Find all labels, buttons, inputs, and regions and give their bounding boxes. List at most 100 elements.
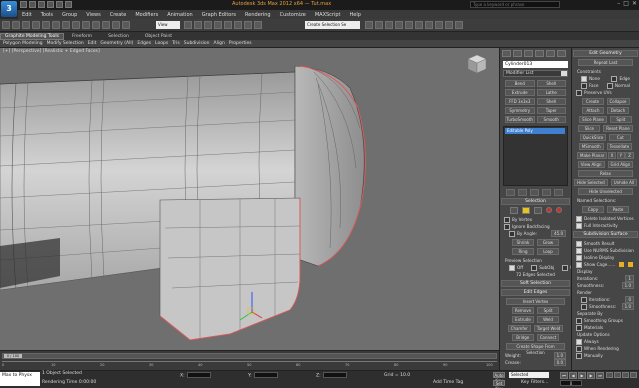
maximize-icon[interactable]: □: [623, 0, 629, 7]
always-radio[interactable]: Always: [572, 338, 639, 345]
menu-edit[interactable]: Edit: [22, 12, 32, 18]
modifier-taper-button[interactable]: Taper: [536, 107, 566, 114]
constraint-normal-radio[interactable]: Normal: [603, 82, 634, 89]
modifier-list-dropdown[interactable]: Modifier List: [503, 70, 568, 77]
copy-button[interactable]: Copy: [582, 206, 604, 213]
show-cage-checkbox[interactable]: Show Cage......: [572, 261, 639, 268]
slice-plane-button[interactable]: Slice Plane: [579, 116, 607, 123]
pin-stack-icon[interactable]: [506, 189, 515, 196]
display-tab-icon[interactable]: [546, 50, 555, 57]
selection-filter-icon[interactable]: [52, 21, 60, 29]
element-level-icon[interactable]: [555, 207, 562, 213]
layer-manager-icon[interactable]: [385, 21, 393, 29]
tab-freeform[interactable]: Freeform: [64, 34, 100, 39]
smoothing-groups-checkbox[interactable]: Smoothing Groups: [572, 317, 639, 324]
ribbon-modify-selection[interactable]: Modify Selection: [47, 41, 84, 46]
ribbon-properties[interactable]: Properties: [229, 41, 252, 46]
modifier-ffd-button[interactable]: FFD 3x3x3: [505, 98, 535, 105]
use-nurms-checkbox[interactable]: Use NURMS Subdivision: [572, 247, 639, 254]
select-object-icon[interactable]: [62, 21, 70, 29]
menu-animation[interactable]: Animation: [167, 12, 193, 18]
modify-tab-icon[interactable]: [513, 50, 522, 57]
menu-create[interactable]: Create: [110, 12, 127, 18]
angle-snap-icon[interactable]: [224, 21, 232, 29]
by-angle-checkbox[interactable]: By Angle:: [505, 230, 541, 237]
utilities-tab-icon[interactable]: [557, 50, 566, 57]
constraint-edge-radio[interactable]: Edge: [607, 75, 634, 82]
previous-frame-icon[interactable]: ◀: [569, 372, 577, 379]
ribbon-loops[interactable]: Loops: [155, 41, 168, 46]
vertex-level-icon[interactable]: [509, 207, 518, 214]
menu-customize[interactable]: Customize: [280, 12, 306, 18]
shrink-button[interactable]: Shrink: [512, 239, 534, 246]
chamfer-button[interactable]: Chamfer: [507, 325, 531, 332]
create-tab-icon[interactable]: [502, 50, 511, 57]
select-manipulate-icon[interactable]: [194, 21, 202, 29]
attach-button[interactable]: Attach: [582, 107, 604, 114]
orbit-icon[interactable]: [630, 372, 637, 378]
stack-item-editable-poly[interactable]: Editable Poly: [505, 128, 565, 134]
render-smoothness-checkbox[interactable]: Smoothness:: [577, 303, 620, 310]
subdivision-surface-rollout-header[interactable]: Subdivision Surface: [573, 231, 638, 238]
by-vertex-checkbox[interactable]: By Vertex: [500, 216, 571, 223]
close-icon[interactable]: ✕: [632, 0, 637, 7]
viewport-label[interactable]: [+] [Perspective] [Realistic + Edged Fac…: [3, 49, 100, 54]
menu-maxscript[interactable]: MAXScript: [315, 12, 341, 18]
preserve-uvs-checkbox[interactable]: Preserve UVs: [572, 89, 639, 96]
relax-button[interactable]: Relax: [578, 170, 633, 177]
app-logo-button[interactable]: 3: [1, 1, 17, 17]
bind-space-warp-icon[interactable]: [42, 21, 50, 29]
edit-named-selection-icon[interactable]: [254, 21, 262, 29]
modifier-bend-button[interactable]: Bend: [505, 80, 535, 87]
border-level-icon[interactable]: [533, 207, 542, 214]
crease-spinner[interactable]: 0.0: [553, 359, 566, 366]
play-icon[interactable]: ▶: [578, 372, 586, 379]
tab-graphite-modeling-tools[interactable]: Graphite Modeling Tools: [0, 32, 65, 40]
tab-selection[interactable]: Selection: [100, 34, 137, 39]
x-coordinate-field[interactable]: [186, 372, 211, 378]
remove-button[interactable]: Remove: [511, 307, 535, 314]
menu-graph-editors[interactable]: Graph Editors: [202, 12, 236, 18]
hide-unselected-button[interactable]: Hide Unselected: [578, 188, 633, 195]
ribbon-polygon-modeling[interactable]: Polygon Modeling: [3, 41, 43, 46]
soft-selection-rollout-header[interactable]: Soft Selection: [501, 280, 570, 287]
current-frame-field[interactable]: 0: [560, 380, 582, 386]
ribbon-edges[interactable]: Edges: [137, 41, 151, 46]
z-coordinate-field[interactable]: [322, 372, 347, 378]
cage-selection-color-swatch[interactable]: [628, 262, 634, 267]
minimize-icon[interactable]: –: [617, 0, 620, 7]
preview-off-radio[interactable]: Off: [505, 264, 527, 271]
y-button[interactable]: Y: [616, 152, 626, 159]
save-file-icon[interactable]: [38, 1, 45, 8]
menu-modifiers[interactable]: Modifiers: [135, 12, 158, 18]
edit-edges-rollout-header[interactable]: Edit Edges: [501, 289, 570, 296]
keyword-search-input[interactable]: Type a keyword or phrase: [470, 1, 560, 8]
pan-icon[interactable]: [622, 372, 629, 378]
time-slider-thumb[interactable]: 0 / 100: [4, 354, 22, 358]
when-rendering-radio[interactable]: When Rendering: [572, 345, 639, 352]
cage-color-swatch[interactable]: [619, 262, 625, 267]
go-to-start-icon[interactable]: ⏮: [560, 372, 568, 379]
menu-rendering[interactable]: Rendering: [245, 12, 271, 18]
redo-icon[interactable]: [12, 21, 20, 29]
connect-button[interactable]: Connect: [536, 334, 560, 341]
insert-vertex-button[interactable]: Insert Vertex: [506, 298, 565, 305]
auto-key-button[interactable]: Auto Key: [493, 372, 505, 383]
modifier-stack[interactable]: Editable Poly: [503, 126, 568, 186]
modifier-lathe-button[interactable]: Lathe: [536, 89, 566, 96]
view-align-button[interactable]: View Align: [577, 161, 605, 168]
unlink-icon[interactable]: [32, 21, 40, 29]
pivot-center-icon[interactable]: [184, 21, 192, 29]
weld-button[interactable]: Weld: [537, 316, 559, 323]
full-interactivity-checkbox[interactable]: Full Interactivity: [572, 222, 639, 229]
align-icon[interactable]: [375, 21, 383, 29]
modifier-shell-2-button[interactable]: Shell: [536, 98, 566, 105]
polygon-level-icon[interactable]: [545, 207, 552, 213]
select-by-name-icon[interactable]: [72, 21, 80, 29]
zoom-icon[interactable]: [606, 372, 613, 378]
weight-spinner[interactable]: 1.0: [553, 352, 566, 359]
hierarchy-tab-icon[interactable]: [524, 50, 533, 57]
render-iterations-spinner[interactable]: 0: [625, 296, 634, 303]
paste-button[interactable]: Paste: [607, 206, 629, 213]
bridge-button[interactable]: Bridge: [511, 334, 534, 341]
